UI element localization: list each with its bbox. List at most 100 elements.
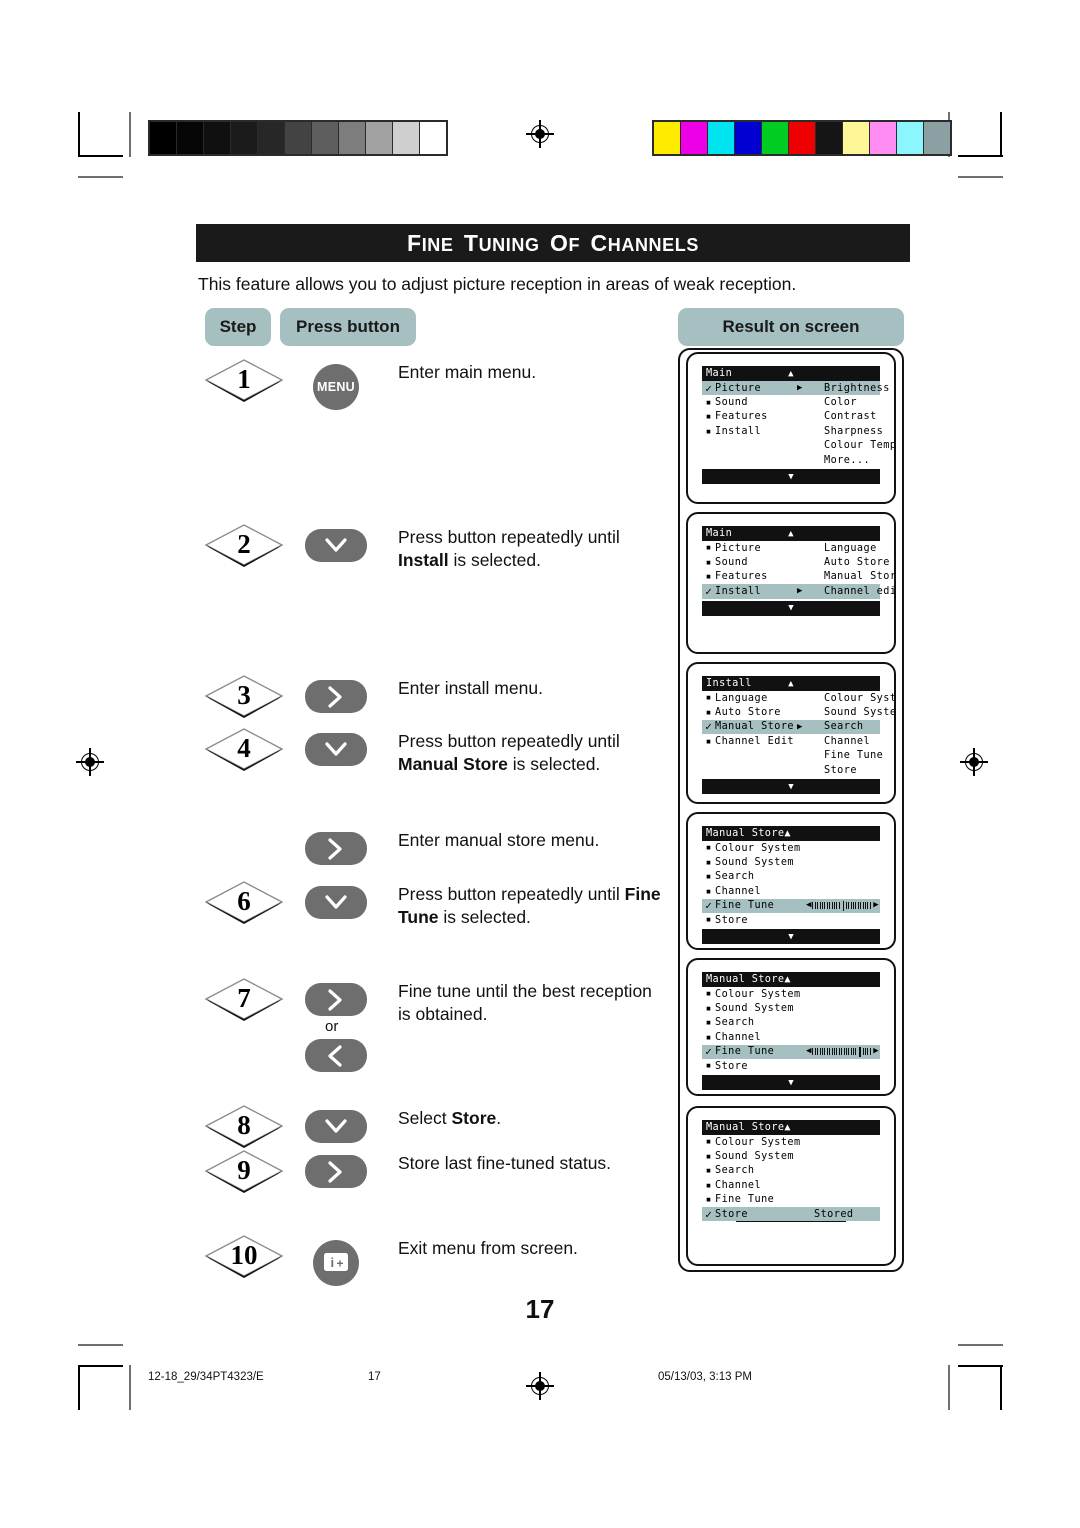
osd-menu-row[interactable]: ▪ Colour System <box>702 841 880 855</box>
column-header-step: Step <box>205 308 271 346</box>
cursor-right-button[interactable] <box>305 832 367 865</box>
osd-menu-row[interactable]: ▪ Search <box>702 870 880 884</box>
greyscale-patch <box>177 122 203 154</box>
fine-tune-slider[interactable]: ◀ ▶ <box>806 1046 879 1057</box>
osd-menu-row[interactable]: ▪ Channel <box>702 884 880 898</box>
osd-menu-row[interactable]: ✓ Manual Store ▶ Search <box>702 719 880 735</box>
osd-submenu-item[interactable]: Colour Temp. <box>824 440 894 451</box>
osd-submenu-item[interactable]: Auto Store <box>824 557 890 568</box>
osd-menu-row[interactable]: ▪ Auto Store Sound System <box>702 705 894 719</box>
osd-menu-row[interactable]: ▪ Colour System <box>702 1135 880 1149</box>
cursor-down-button[interactable] <box>305 886 367 919</box>
osd-menu-row[interactable]: More... <box>702 453 880 467</box>
step-description-text: Store last fine-tuned status. <box>398 1153 612 1173</box>
cursor-right-button[interactable] <box>305 1155 367 1188</box>
slider-tick <box>843 1048 845 1056</box>
osd-menu-row[interactable]: ▪ Store <box>702 913 880 927</box>
osd-scroll-down-icon[interactable]: ▼ <box>788 932 793 942</box>
cursor-right-button[interactable] <box>305 680 367 713</box>
osd-menu-row[interactable]: ✓ Picture ▶ Brightness <box>702 381 889 396</box>
slider-cursor <box>859 1046 862 1057</box>
osd-submenu-item[interactable]: Manual Store <box>824 571 894 582</box>
osd-submenu-item[interactable]: Fine Tune <box>824 750 883 761</box>
osd-scroll-down-bar[interactable]: ▼ <box>702 1075 880 1091</box>
osd-menu-row[interactable]: ▪ Install Sharpness <box>702 424 883 438</box>
osd-menu-row[interactable]: ▪ Sound Color <box>702 395 880 409</box>
osd-scroll-down-icon[interactable]: ▼ <box>788 782 793 792</box>
slider-left-arrow-icon[interactable]: ◀ <box>806 901 811 910</box>
osd-submenu-item[interactable]: Language <box>824 543 877 554</box>
osd-submenu-item[interactable]: More... <box>824 455 870 466</box>
osd-menu-row[interactable]: ▪ Picture Language <box>702 541 880 555</box>
osd-menu-row[interactable]: ▪ Fine Tune <box>702 1193 880 1207</box>
osd-submenu-item[interactable]: Sharpness <box>824 426 883 437</box>
osd-menu-row[interactable]: Colour Temp. <box>702 439 894 453</box>
cursor-down-button[interactable] <box>305 1110 367 1143</box>
osd-scroll-down-icon[interactable]: ▼ <box>788 472 793 482</box>
osd-menu-row[interactable]: ▪ Colour System <box>702 987 880 1001</box>
slider-tick <box>860 902 862 910</box>
step-description: Exit menu from screen. <box>398 1237 668 1260</box>
osd-menu-row[interactable]: ✓ Install ▶ Channel edit <box>702 584 894 599</box>
osd-menu-row[interactable]: ✓ Fine Tune ◀ ▶ <box>702 1044 880 1059</box>
chevron-right-icon <box>321 682 351 712</box>
osd-menu-row[interactable]: ▪ Features Manual Store <box>702 570 894 584</box>
cursor-down-button[interactable] <box>305 529 367 562</box>
greyscale-patch <box>339 122 365 154</box>
colour-patch <box>843 122 869 154</box>
osd-submenu-item[interactable]: Channel <box>824 736 870 747</box>
osd-submenu-item[interactable]: Contrast <box>824 411 877 422</box>
column-header-result-on-screen: Result on screen <box>678 308 904 346</box>
osd-scroll-down-bar[interactable]: ▼ <box>702 469 880 485</box>
slider-right-arrow-icon[interactable]: ▶ <box>873 1047 878 1056</box>
osd-menu-row[interactable]: ▪ Channel Edit Channel <box>702 734 880 748</box>
cursor-down-button[interactable] <box>305 733 367 766</box>
osd-scroll-up-icon[interactable]: ▲ <box>702 369 880 379</box>
osd-scroll-down-icon[interactable]: ▼ <box>788 603 793 613</box>
cursor-right-button[interactable] <box>305 983 367 1016</box>
greyscale-patch <box>285 122 311 154</box>
osd-menu-row[interactable]: ▪ Sound System <box>702 1149 880 1163</box>
osd-menu-row[interactable]: ▪ Store <box>702 1059 880 1073</box>
cursor-left-button[interactable] <box>305 1039 367 1072</box>
osd-scroll-up-icon[interactable]: ▲ <box>702 679 880 689</box>
osd-submenu-item[interactable]: Search <box>824 721 864 732</box>
osd-menu-row[interactable]: ▪ Channel <box>702 1030 880 1044</box>
osd-item-label: Fine Tune <box>715 1194 775 1206</box>
osd-submenu-item[interactable]: Store <box>824 765 857 776</box>
osd-menu-row[interactable]: ▪ Sound System <box>702 855 880 869</box>
slider-tick <box>833 1048 835 1056</box>
osd-submenu-item[interactable]: Color <box>824 397 857 408</box>
osd-menu-row[interactable]: Fine Tune <box>702 749 883 763</box>
osd-submenu-item[interactable]: Brightness <box>824 383 890 394</box>
menu-button[interactable]: MENU <box>313 364 359 410</box>
slider-tick <box>836 1048 838 1056</box>
osd-menu-row[interactable]: ▪ Features Contrast <box>702 410 880 424</box>
osd-scroll-down-bar[interactable]: ▼ <box>702 929 880 945</box>
fine-tune-slider[interactable]: ◀ ▶ <box>806 900 879 911</box>
osd-scroll-down-bar[interactable]: ▼ <box>702 600 880 616</box>
osd-scroll-down-bar[interactable]: ▼ <box>702 779 880 795</box>
slider-tick <box>855 902 857 910</box>
osd-scroll-down-icon[interactable]: ▼ <box>788 1078 793 1088</box>
osd-submenu-item[interactable]: Channel edit <box>824 586 894 597</box>
osd-menu-row[interactable]: ▪Language Colour System <box>702 691 894 705</box>
osd-scroll-up-icon[interactable]: ▲ <box>702 529 880 539</box>
osd-menu-row[interactable]: Store <box>702 763 880 777</box>
osd-menu-row[interactable]: ▪ Search <box>702 1164 880 1178</box>
slider-right-arrow-icon[interactable]: ▶ <box>873 901 878 910</box>
osd-menu-row[interactable]: ✓ Fine Tune ◀ ▶ <box>702 898 880 913</box>
colour-calibration-bar <box>652 120 952 156</box>
osd-menu: Manual Store▲ ▪ Colour System ▪ Sound System… <box>702 1120 880 1222</box>
osd-menu-row[interactable]: ▪ Channel <box>702 1178 880 1192</box>
osd-menu-row[interactable]: ✓ Store Stored <box>702 1206 880 1222</box>
slider-left-arrow-icon[interactable]: ◀ <box>806 1047 811 1056</box>
osd-menu-row[interactable]: ▪ Sound Auto Store <box>702 555 890 569</box>
osd-submenu-item[interactable]: Sound System <box>824 707 894 718</box>
info-exit-button[interactable]: i + <box>313 1240 359 1286</box>
colour-patch <box>870 122 896 154</box>
osd-menu-row[interactable]: ▪ Search <box>702 1016 880 1030</box>
osd-menu-row[interactable]: ▪ Sound System <box>702 1001 880 1015</box>
bullet-icon: ▪ <box>705 914 712 926</box>
osd-submenu-item[interactable]: Colour System <box>824 693 894 704</box>
